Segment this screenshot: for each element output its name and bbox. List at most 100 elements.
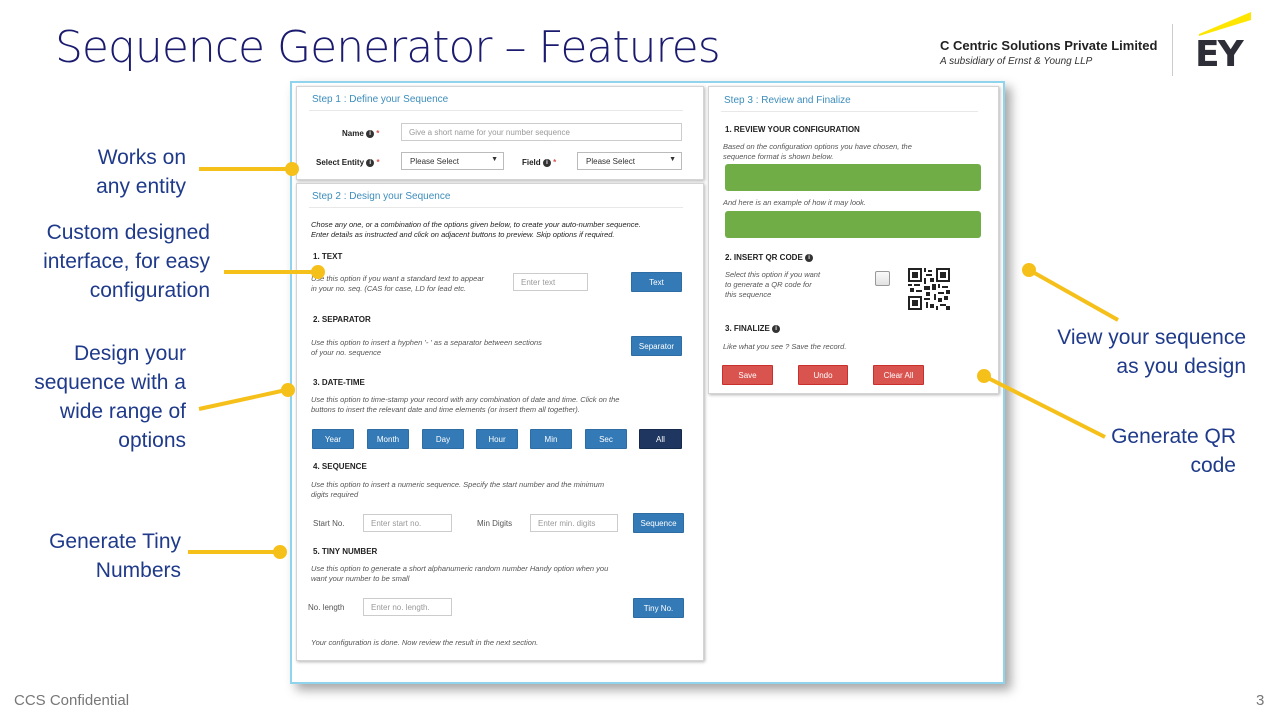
field-select[interactable]: Please Select ▼: [577, 152, 682, 170]
callout-line: interface, for easy: [43, 250, 210, 273]
entity-select[interactable]: Please Select ▼: [401, 152, 504, 170]
save-button[interactable]: Save: [722, 365, 773, 385]
step2-intro-line2: Enter details as instructed and click on…: [311, 230, 615, 239]
step1-title: Step 1 : Define your Sequence: [312, 94, 449, 105]
field-select-value: Please Select: [586, 157, 635, 166]
min-digits-input[interactable]: Enter min. digits: [530, 514, 618, 532]
step2-panel: Step 2 : Design your Sequence Chose any …: [296, 183, 704, 661]
callout-line: View your sequence: [1057, 326, 1246, 349]
callout-view-sequence: View your sequence as you design: [1030, 323, 1246, 381]
qr-description-line3: this sequence: [725, 290, 772, 299]
tiny-number-button[interactable]: Tiny No.: [633, 598, 684, 618]
info-icon: i: [542, 158, 551, 167]
required-asterisk: *: [376, 158, 380, 167]
callout-line: code: [1190, 454, 1236, 477]
text-section-heading: 1. TEXT: [313, 252, 343, 261]
ey-logo: EY: [1195, 12, 1253, 75]
info-icon: i: [772, 324, 781, 333]
min-button[interactable]: Min: [530, 429, 572, 449]
start-no-label: Start No.: [313, 519, 345, 528]
name-label: Name i *: [342, 129, 379, 138]
step3-title: Step 3 : Review and Finalize: [724, 95, 851, 106]
no-length-input[interactable]: Enter no. length.: [363, 598, 452, 616]
sequence-example-preview: [725, 211, 981, 238]
step2-title: Step 2 : Design your Sequence: [312, 191, 451, 202]
qr-code-icon: [908, 268, 950, 310]
qr-section-heading-text: 2. INSERT QR CODE: [725, 253, 803, 262]
connector-line-design: [198, 388, 287, 411]
callout-line: Generate QR: [1111, 425, 1236, 448]
callout-line: wide range of: [59, 400, 186, 423]
review-description-line2: sequence format is shown below.: [723, 152, 834, 161]
callout-qr-code: Generate QR code: [1090, 422, 1236, 480]
all-button[interactable]: All: [639, 429, 682, 449]
sequence-description-line1: Use this option to insert a numeric sequ…: [311, 480, 605, 489]
qr-code-checkbox[interactable]: [875, 271, 890, 286]
callout-custom-interface: Custom designed interface, for easy conf…: [10, 218, 210, 305]
page-number: 3: [1256, 692, 1265, 709]
callout-line: Generate Tiny: [49, 530, 181, 553]
separator-button[interactable]: Separator: [631, 336, 682, 356]
sequence-button[interactable]: Sequence: [633, 513, 684, 533]
connector-line-view: [1030, 269, 1119, 322]
separator-description-line2: of your no. sequence: [311, 348, 382, 357]
finalize-description: Like what you see ? Save the record.: [723, 342, 847, 351]
chevron-down-icon: ▼: [491, 156, 498, 163]
hour-button[interactable]: Hour: [476, 429, 518, 449]
tiny-number-section-heading: 5. TINY NUMBER: [313, 547, 378, 556]
separator-section-heading: 2. SEPARATOR: [313, 315, 371, 324]
callout-line: as you design: [1116, 355, 1246, 378]
undo-button[interactable]: Undo: [798, 365, 848, 385]
text-description-line1: Use this option if you want a standard t…: [311, 274, 485, 283]
step2-intro-line1: Chose any one, or a combination of the o…: [311, 220, 641, 229]
sec-button[interactable]: Sec: [585, 429, 627, 449]
chevron-down-icon: ▼: [669, 156, 676, 163]
day-button[interactable]: Day: [422, 429, 464, 449]
month-button[interactable]: Month: [367, 429, 409, 449]
text-input[interactable]: Enter text: [513, 273, 588, 291]
info-icon: i: [805, 253, 814, 262]
callout-line: Custom designed: [46, 221, 210, 244]
required-asterisk: *: [376, 129, 380, 138]
example-description: And here is an example of how it may loo…: [723, 198, 866, 207]
entity-select-value: Please Select: [410, 157, 459, 166]
separator-description-line1: Use this option to insert a hyphen '- ' …: [311, 338, 542, 347]
min-digits-label: Min Digits: [477, 519, 513, 528]
text-button[interactable]: Text: [631, 272, 682, 292]
callout-line: sequence with a: [34, 371, 186, 394]
info-icon: i: [366, 129, 375, 138]
qr-section-heading: 2. INSERT QR CODE i: [725, 253, 814, 262]
app-screenshot: Step 1 : Define your Sequence Name i * G…: [290, 81, 1005, 684]
field-label-text: Field: [522, 158, 541, 167]
name-label-text: Name: [342, 129, 364, 138]
info-icon: i: [366, 158, 375, 167]
callout-design-sequence: Design your sequence with a wide range o…: [10, 339, 186, 455]
start-no-input[interactable]: Enter start no.: [363, 514, 452, 532]
panel-divider: [309, 110, 683, 111]
clear-all-button[interactable]: Clear All: [873, 365, 924, 385]
name-input[interactable]: Give a short name for your number sequen…: [401, 123, 682, 141]
sequence-section-heading: 4. SEQUENCE: [313, 462, 367, 471]
tiny-description-line2: want your number to be small: [311, 574, 410, 583]
review-section-heading: 1. REVIEW YOUR CONFIGURATION: [725, 125, 860, 134]
connector-dot-tiny: [273, 545, 287, 559]
callout-tiny-numbers: Generate Tiny Numbers: [20, 527, 181, 585]
callout-line: configuration: [89, 279, 210, 302]
no-length-label: No. length: [308, 603, 345, 612]
sequence-format-preview: [725, 164, 981, 191]
year-button[interactable]: Year: [312, 429, 354, 449]
header-divider: [1172, 24, 1173, 76]
step1-panel: Step 1 : Define your Sequence Name i * G…: [296, 86, 704, 180]
ey-logo-text: EY: [1195, 34, 1244, 75]
panel-divider: [721, 111, 978, 112]
datetime-description-line2: buttons to insert the relevant date and …: [311, 405, 580, 414]
callout-line: Works on: [97, 146, 186, 169]
review-description-line1: Based on the configuration options you h…: [723, 142, 912, 151]
select-entity-label-text: Select Entity: [316, 158, 365, 167]
configuration-done-note: Your configuration is done. Now review t…: [311, 638, 539, 647]
select-entity-label: Select Entity i *: [316, 158, 380, 167]
tiny-description-line1: Use this option to generate a short alph…: [311, 564, 609, 573]
sequence-description-line2: digits required: [311, 490, 359, 499]
text-description-line2: in your no. seq. (CAS for case, LD for l…: [311, 284, 467, 293]
callout-any-entity: Works on any entity: [60, 143, 186, 201]
